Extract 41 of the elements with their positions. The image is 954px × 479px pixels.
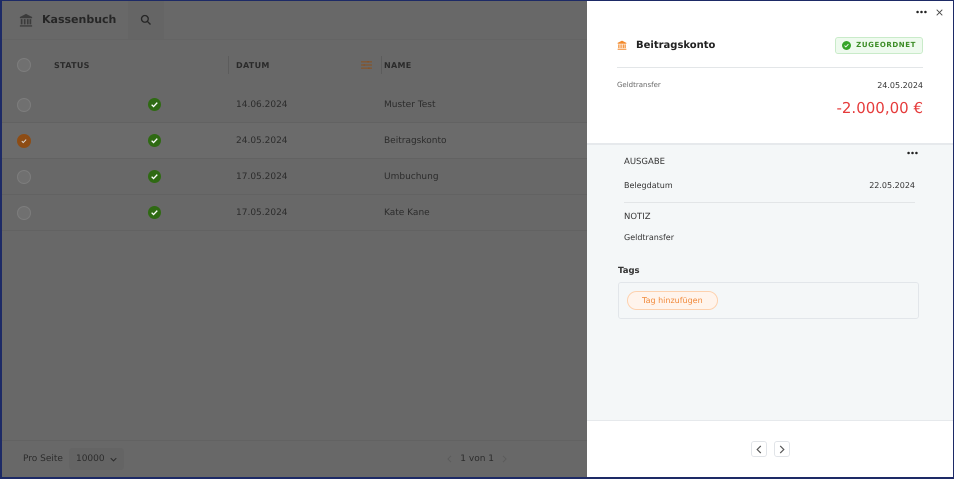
previous-button[interactable] — [750, 441, 766, 457]
per-page-dropdown[interactable]: 10000 — [68, 448, 124, 470]
bank-icon — [19, 13, 33, 27]
table-cell-text: 17.05.2024 — [236, 172, 289, 182]
per-page-label: Pro Seite — [23, 454, 63, 464]
add-tag-button[interactable]: Tag hinzufügen — [627, 291, 718, 310]
table-row[interactable]: 17.05.2024 Umbuchung — [2, 159, 587, 195]
table-row[interactable]: 17.05.2024 Kate Kane — [2, 195, 587, 231]
chevron-down-icon — [110, 456, 117, 462]
tags-heading: Tags — [618, 266, 641, 276]
page-title: Kassenbuch — [42, 13, 116, 27]
table-cell-text: Umbuchung — [383, 172, 440, 182]
bank-icon — [617, 40, 627, 50]
table-cell-text: Muster Test — [383, 100, 437, 110]
row-checkbox[interactable] — [17, 134, 31, 148]
page-info: 1 von 1 — [460, 454, 494, 464]
close-icon[interactable] — [936, 8, 943, 16]
filter-icon[interactable] — [361, 61, 372, 69]
section-heading: NOTIZ — [624, 212, 652, 222]
check-icon — [842, 40, 852, 50]
chevron-right-icon — [778, 444, 784, 454]
field-label: Belegdatum — [624, 181, 673, 190]
note-text: Geldtransfer — [624, 233, 676, 242]
column-header: NAME — [383, 60, 413, 70]
next-button[interactable] — [774, 441, 790, 457]
more-icon[interactable] — [907, 151, 918, 155]
search-icon — [140, 14, 152, 26]
column-header: STATUS — [54, 60, 91, 70]
table-cell-text: 17.05.2024 — [236, 208, 289, 218]
table-cell-text: 14.06.2024 — [236, 100, 289, 110]
section-heading: AUSGABE — [624, 157, 666, 167]
table-cell-text: Beitragskonto — [383, 136, 448, 146]
table-cell-text: 24.05.2024 — [236, 136, 289, 146]
detail-title: Beitragskonto — [636, 40, 716, 50]
more-icon[interactable] — [916, 10, 927, 14]
field-value: 22.05.2024 — [869, 181, 915, 190]
amount: -2.000,00 € — [836, 99, 923, 117]
column-header: DATUM — [236, 60, 270, 70]
transaction-date: 24.05.2024 — [877, 81, 923, 90]
chevron-left-icon — [756, 444, 762, 454]
table-cell-text: Kate Kane — [383, 208, 431, 218]
